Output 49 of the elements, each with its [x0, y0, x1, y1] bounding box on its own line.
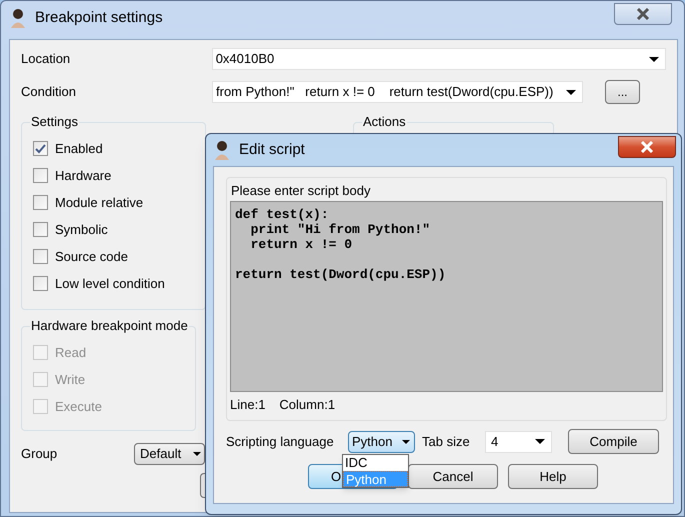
checkbox-label: Module relative	[55, 194, 144, 212]
caret-icon	[402, 440, 410, 444]
field-label: Condition	[21, 83, 77, 102]
caret-icon	[566, 90, 576, 94]
checkbox-label: Symbolic	[55, 220, 108, 239]
compile-button[interactable]: Compile	[568, 429, 659, 454]
close-button[interactable]	[614, 3, 672, 25]
group-label: Group	[21, 445, 58, 464]
checkbox[interactable]	[33, 249, 48, 264]
prompt-label: Please enter script body	[230, 182, 372, 200]
status-text: Column:1	[279, 396, 336, 414]
checkbox-label: Hardware	[55, 166, 112, 185]
checkbox[interactable]	[33, 222, 48, 237]
close-icon	[640, 141, 654, 153]
window-title: Breakpoint settings	[35, 8, 163, 28]
caret-icon	[535, 439, 545, 444]
window-title: Edit script	[239, 140, 305, 160]
code-editor[interactable]: def test(x): print "Hi from Python!" return x != 0 return test(Dword(cpu.ESP))	[230, 201, 663, 392]
scripting-language-label: Scripting language	[226, 432, 335, 451]
checkbox-label: Read	[55, 344, 86, 362]
field-label: Location	[21, 50, 72, 68]
condition-dropdown[interactable]: from Python!" return x != 0 return test(Dword(cpu.ESP))	[212, 81, 583, 103]
location-dropdown[interactable]: 0x4010B0	[212, 48, 666, 70]
avatar-silhouette-icon	[9, 8, 27, 28]
close-icon	[636, 8, 650, 20]
checkbox-label: Write	[55, 370, 86, 389]
group-dropdown[interactable]: Default	[134, 443, 205, 465]
status-text: Line:1	[230, 396, 266, 414]
avatar-silhouette-icon	[213, 140, 231, 160]
checkbox-label: Execute	[55, 398, 102, 416]
tab-size-dropdown[interactable]: 4	[485, 430, 552, 452]
group-title: Settings	[30, 114, 79, 130]
close-button[interactable]	[618, 136, 676, 158]
checkbox[interactable]	[33, 276, 48, 291]
caret-icon	[649, 56, 659, 62]
checkbox-label: Enabled	[55, 140, 103, 158]
caret-icon	[193, 452, 201, 456]
dialog-button[interactable]: Cancel	[408, 464, 498, 489]
checkbox[interactable]	[33, 141, 48, 156]
dropdown-option[interactable]: IDC	[343, 455, 408, 471]
checkbox-label: Source code	[55, 248, 128, 266]
dialog-button[interactable]: Help	[508, 464, 598, 489]
checkbox[interactable]	[33, 195, 48, 210]
tab-size-label: Tab size	[422, 432, 471, 451]
group-title: Hardware breakpoint mode	[30, 318, 189, 334]
checkbox[interactable]	[33, 168, 48, 183]
ellipsis-button[interactable]: ...	[605, 80, 640, 104]
language-dropdown[interactable]: Python	[348, 430, 415, 452]
checkbox-label: Low level condition	[55, 274, 165, 293]
